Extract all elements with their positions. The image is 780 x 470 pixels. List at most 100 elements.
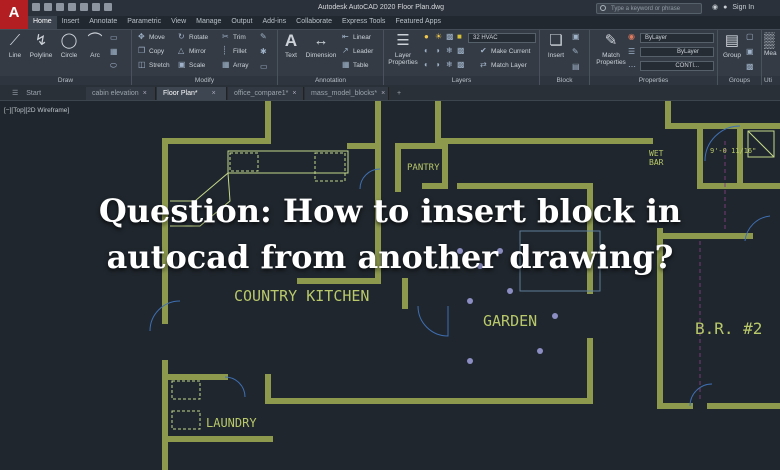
- door-swing: [704, 125, 741, 162]
- tab-view[interactable]: View: [166, 16, 191, 29]
- search-input[interactable]: Type a keyword or phrase: [596, 3, 702, 14]
- edit-attributes-icon[interactable]: ▤: [572, 63, 580, 71]
- save-as-icon[interactable]: [68, 3, 76, 11]
- copy-tool[interactable]: ❐ Copy: [138, 47, 164, 55]
- insert-block-tool[interactable]: ❏ Insert: [544, 32, 568, 59]
- rotate-tool[interactable]: ↻ Rotate: [178, 33, 208, 41]
- lineweight-icon[interactable]: ☰: [628, 48, 636, 56]
- layer-lock-icon[interactable]: ▩: [457, 47, 465, 55]
- fillet-tool[interactable]: ┊ Fillet: [222, 47, 247, 55]
- layer-properties-tool[interactable]: ☰ Layer Properties: [388, 32, 418, 66]
- layer-unlock-icon[interactable]: ▩: [457, 61, 465, 69]
- close-tab-icon[interactable]: ×: [143, 90, 147, 97]
- linear-tool[interactable]: ⇤ Linear: [342, 33, 371, 41]
- doc-tab-label: office_compare1*: [234, 90, 289, 97]
- viewport-controls[interactable]: [−][Top][2D Wireframe]: [4, 107, 69, 114]
- linetype-icon[interactable]: ⋯: [628, 63, 636, 71]
- layer-walk-icon[interactable]: ◐: [424, 61, 432, 69]
- open-icon[interactable]: [44, 3, 52, 11]
- ellipse-icon[interactable]: ⬭: [110, 62, 118, 70]
- rectangle-icon[interactable]: ▭: [110, 34, 118, 42]
- close-tab-icon[interactable]: ×: [292, 90, 296, 97]
- color-wheel-icon[interactable]: ◉: [628, 33, 636, 41]
- draw-panel: ⟋ Line ↯ Polyline ◯ Circle ⌒ Arc ▭ ▦ ⬭ D…: [0, 30, 132, 86]
- doc-tab-start[interactable]: ☰ Start: [6, 87, 86, 100]
- plot-icon[interactable]: [80, 3, 88, 11]
- close-tab-icon[interactable]: ×: [381, 90, 385, 97]
- close-tab-icon[interactable]: ×: [212, 90, 216, 97]
- trim-tool[interactable]: ✂ Trim: [222, 33, 246, 41]
- tab-manage[interactable]: Manage: [191, 16, 226, 29]
- tab-add-ins[interactable]: Add-ins: [257, 16, 291, 29]
- group-edit-icon[interactable]: ▣: [746, 48, 754, 56]
- tab-featured-apps[interactable]: Featured Apps: [390, 16, 446, 29]
- erase-icon[interactable]: ✎: [260, 33, 268, 41]
- properties-panel: ✎ Match Properties ◉ ☰ ⋯ ByLayer ByLayer…: [590, 30, 718, 86]
- group-tool[interactable]: ▤ Group: [720, 32, 744, 59]
- layer-isolate-icon[interactable]: ◑: [435, 47, 443, 55]
- create-block-icon[interactable]: ▣: [572, 33, 580, 41]
- layer-match-icon[interactable]: ◑: [435, 61, 443, 69]
- mirror-tool[interactable]: △ Mirror: [178, 47, 206, 55]
- layer-thaw-icon[interactable]: ❄: [446, 61, 454, 69]
- make-current-tool[interactable]: ✔ Make Current: [480, 47, 530, 55]
- match-properties-tool[interactable]: ✎ Match Properties: [594, 32, 628, 66]
- lineweight-dropdown[interactable]: ByLayer: [640, 47, 714, 57]
- doc-tab-cabin-elevation[interactable]: cabin elevation ×: [86, 87, 156, 100]
- table-tool[interactable]: ▦ Table: [342, 61, 369, 69]
- drawing-viewport[interactable]: PANTRY WET BAR 9'-0 11/16" COUNTRY KITCH…: [0, 101, 780, 470]
- new-icon[interactable]: [32, 3, 40, 11]
- doc-tab-mass-model-blocks[interactable]: mass_model_blocks* ×: [305, 87, 389, 100]
- layer-freeze-icon[interactable]: ❄: [446, 47, 454, 55]
- tab-insert[interactable]: Insert: [57, 16, 85, 29]
- move-tool[interactable]: ✥ Move: [138, 33, 165, 41]
- explode-icon[interactable]: ✱: [260, 48, 268, 56]
- dimension-tool[interactable]: ↔ Dimension: [304, 32, 338, 59]
- color-dropdown[interactable]: ByLayer: [640, 33, 714, 43]
- layer-off-icon[interactable]: ◐: [424, 47, 432, 55]
- lock-icon[interactable]: ▩: [446, 33, 454, 41]
- group-select-icon[interactable]: ▩: [746, 63, 754, 71]
- scale-label: Scale: [189, 61, 206, 69]
- leader-tool[interactable]: ↗ Leader: [342, 47, 373, 55]
- insert-label: Insert: [547, 52, 565, 59]
- scale-tool[interactable]: ▣ Scale: [178, 61, 205, 69]
- doc-tab-floor-plan[interactable]: Floor Plan* ×: [157, 87, 227, 100]
- line-tool[interactable]: ⟋ Line: [4, 32, 26, 59]
- save-icon[interactable]: [56, 3, 64, 11]
- tab-annotate[interactable]: Annotate: [84, 16, 122, 29]
- tab-output[interactable]: Output: [226, 16, 257, 29]
- linetype-dropdown[interactable]: CONTI...: [640, 61, 714, 71]
- door-swing: [689, 383, 713, 407]
- sign-in-link[interactable]: Sign In: [732, 4, 754, 11]
- lightbulb-icon[interactable]: ●: [424, 33, 432, 41]
- ungroup-icon[interactable]: ▢: [746, 33, 754, 41]
- offset-icon[interactable]: ▭: [260, 63, 268, 71]
- edit-block-icon[interactable]: ✎: [572, 48, 580, 56]
- sun-icon[interactable]: ☀: [435, 33, 443, 41]
- tab-home[interactable]: Home: [28, 16, 57, 29]
- arc-tool[interactable]: ⌒ Arc: [84, 32, 106, 59]
- binoculars-icon[interactable]: ◉: [712, 3, 718, 11]
- layer-dropdown[interactable]: 32 HVAC: [468, 33, 536, 43]
- hatch-icon[interactable]: ▦: [110, 48, 118, 56]
- circle-tool[interactable]: ◯ Circle: [58, 32, 80, 59]
- array-tool[interactable]: ▦ Array: [222, 61, 249, 69]
- wet-label: WET: [649, 149, 664, 158]
- tab-parametric[interactable]: Parametric: [122, 16, 166, 29]
- tab-express-tools[interactable]: Express Tools: [337, 16, 390, 29]
- redo-icon[interactable]: [104, 3, 112, 11]
- garden-label: GARDEN: [483, 312, 537, 330]
- app-logo-button[interactable]: A: [0, 0, 28, 30]
- doc-tab-office-compare[interactable]: office_compare1* ×: [228, 87, 304, 100]
- undo-icon[interactable]: [92, 3, 100, 11]
- stretch-tool[interactable]: ◫ Stretch: [138, 61, 170, 69]
- user-icon[interactable]: ●: [723, 4, 727, 11]
- text-tool[interactable]: A Text: [280, 32, 302, 60]
- measure-tool[interactable]: ▒ Mea: [764, 32, 780, 57]
- tab-collaborate[interactable]: Collaborate: [291, 16, 337, 29]
- match-layer-tool[interactable]: ⇄ Match Layer: [480, 61, 527, 69]
- polyline-tool[interactable]: ↯ Polyline: [28, 32, 54, 59]
- new-tab-button[interactable]: +: [391, 87, 411, 100]
- group-icon: ▤: [724, 32, 740, 49]
